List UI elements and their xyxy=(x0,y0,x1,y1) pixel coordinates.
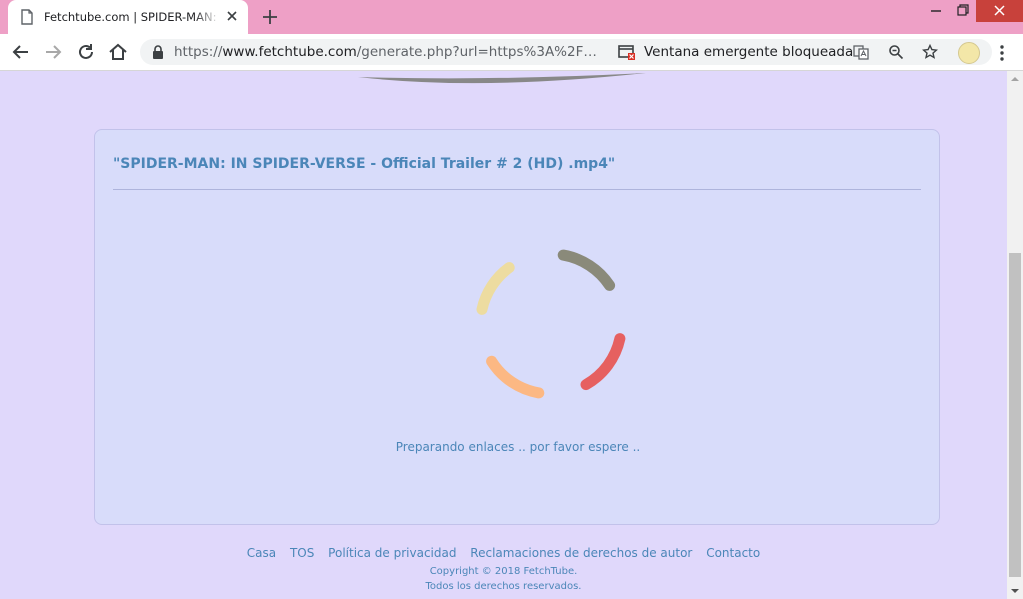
restore-icon[interactable] xyxy=(946,0,978,22)
popup-blocked-label[interactable]: Ventana emergente bloqueada xyxy=(644,44,853,60)
close-window-icon[interactable] xyxy=(976,0,1023,22)
title-bar: Fetchtube.com | SPIDER-MAN: IN SPIDER-VE… xyxy=(0,0,1023,34)
scroll-up-icon[interactable] xyxy=(1011,75,1019,83)
footer-link-privacy[interactable]: Política de privacidad xyxy=(328,546,456,560)
new-tab-icon[interactable] xyxy=(260,7,280,27)
url-scheme: https:// xyxy=(174,44,223,60)
menu-icon[interactable] xyxy=(994,43,1010,63)
vertical-scrollbar[interactable] xyxy=(1007,71,1023,599)
reload-icon[interactable] xyxy=(75,41,97,63)
page-viewport: "SPIDER-MAN: IN SPIDER-VERSE - Official … xyxy=(0,71,1007,599)
footer-link-copyright-claims[interactable]: Reclamaciones de derechos de autor xyxy=(470,546,692,560)
browser-toolbar: https://www.fetchtube.com/generate.php?u… xyxy=(0,34,1023,71)
url-text[interactable]: https://www.fetchtube.com/generate.php?u… xyxy=(174,44,606,60)
footer-link-contact[interactable]: Contacto xyxy=(706,546,760,560)
home-icon[interactable] xyxy=(107,41,129,63)
scroll-down-icon[interactable] xyxy=(1011,587,1019,595)
profile-avatar[interactable] xyxy=(958,42,980,64)
loading-spinner-icon xyxy=(476,249,626,399)
download-card: "SPIDER-MAN: IN SPIDER-VERSE - Official … xyxy=(94,129,940,525)
footer-link-tos[interactable]: TOS xyxy=(290,546,314,560)
tab-title: Fetchtube.com | SPIDER-MAN: IN SPIDER-VE… xyxy=(44,10,220,24)
spinner-arc-red xyxy=(580,333,626,391)
copyright-text: Copyright © 2018 FetchTube. xyxy=(429,566,578,577)
page-icon xyxy=(21,9,33,25)
spinner-arc-orange xyxy=(486,355,545,399)
browser-tab[interactable]: Fetchtube.com | SPIDER-MAN: IN SPIDER-VE… xyxy=(8,0,248,34)
video-title: "SPIDER-MAN: IN SPIDER-VERSE - Official … xyxy=(113,156,616,172)
scrollbar-thumb[interactable] xyxy=(1009,253,1021,577)
lock-icon[interactable] xyxy=(152,45,164,59)
translate-icon[interactable] xyxy=(853,44,869,60)
footer-copyright: Copyright © 2018 FetchTube. Todos los de… xyxy=(0,564,1007,594)
footer-link-home[interactable]: Casa xyxy=(247,546,276,560)
rights-text: Todos los derechos reservados. xyxy=(425,581,582,592)
zoom-icon[interactable] xyxy=(888,44,904,60)
back-icon[interactable] xyxy=(10,41,32,63)
close-tab-icon[interactable] xyxy=(224,8,240,24)
card-divider xyxy=(113,189,921,190)
logo-swoosh-icon xyxy=(358,73,646,84)
popup-blocked-icon[interactable] xyxy=(618,44,636,60)
status-message: Preparando enlaces .. por favor espere .… xyxy=(395,440,641,454)
url-path: /generate.php?url=https%3A%2F%2Fred... xyxy=(356,44,606,60)
spinner-arc-yellow xyxy=(476,262,515,315)
bookmark-star-icon[interactable] xyxy=(922,44,938,60)
address-bar[interactable]: https://www.fetchtube.com/generate.php?u… xyxy=(140,39,992,65)
footer-links: Casa TOS Política de privacidad Reclamac… xyxy=(0,546,1007,560)
spinner-arc-gray xyxy=(557,249,616,291)
url-host: www.fetchtube.com xyxy=(222,44,357,60)
forward-icon[interactable] xyxy=(42,41,64,63)
